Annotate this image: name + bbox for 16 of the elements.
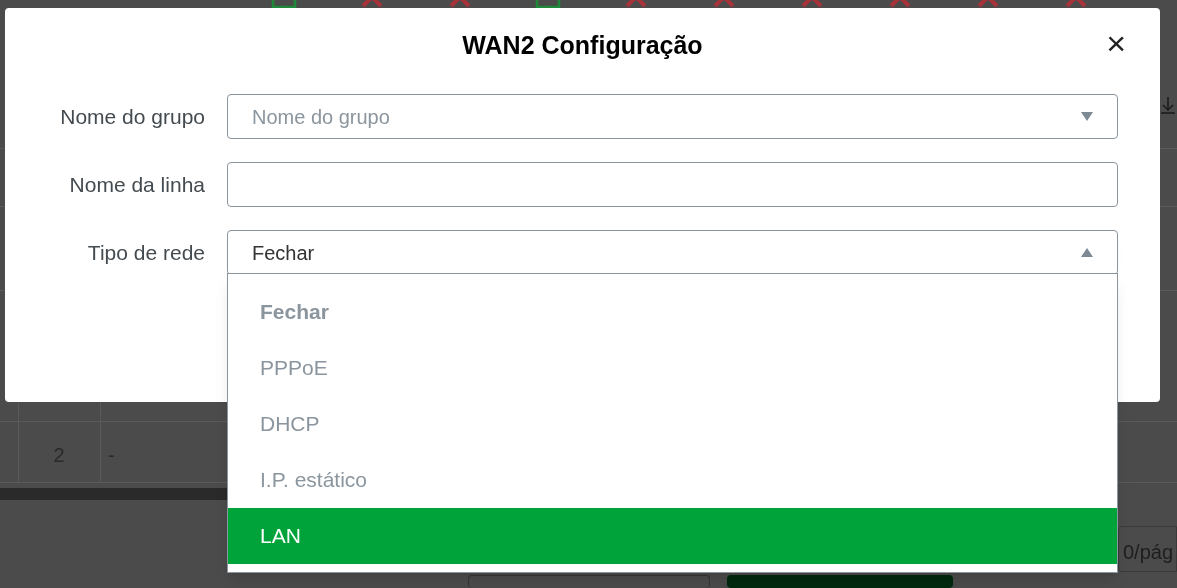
field-label: Nome do grupo	[59, 103, 205, 130]
download-icon[interactable]	[1161, 96, 1175, 114]
scrollbar[interactable]	[0, 488, 227, 500]
close-button[interactable]: ×	[1106, 26, 1126, 60]
dialog-title: WAN2 Configuração	[462, 30, 703, 62]
dropdown-option[interactable]: Fechar	[228, 284, 1117, 340]
dropdown-option[interactable]: DHCP	[228, 396, 1117, 452]
field-label: Tipo de rede	[86, 239, 205, 266]
dropdown-option[interactable]: LAN	[228, 508, 1117, 564]
dropdown-option[interactable]: PPPoE	[228, 340, 1117, 396]
field-label: Nome da linha	[68, 171, 205, 198]
table-cell-text: -	[108, 443, 115, 468]
select-field[interactable]: Nome do grupo	[227, 94, 1118, 139]
input-field[interactable]	[227, 162, 1118, 207]
dropdown-option[interactable]: I.P. estático	[228, 452, 1117, 508]
confirm-button[interactable]	[727, 575, 953, 588]
